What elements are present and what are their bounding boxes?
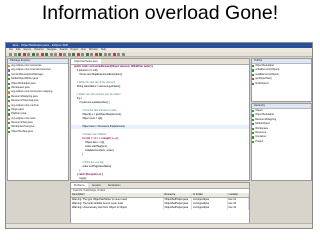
tree-item-icon bbox=[8, 73, 11, 77]
toolbar-button-icon[interactable] bbox=[49, 53, 53, 56]
toolbar-button-icon[interactable] bbox=[85, 53, 89, 56]
tree-item[interactable]: find(Object) bbox=[252, 82, 311, 86]
tree-item-icon bbox=[252, 65, 255, 68]
table-row[interactable]: Warning: Unnecessary cast from Object to… bbox=[71, 206, 249, 211]
status-bar bbox=[6, 223, 312, 228]
table-cell: ObjectSetHelper.java bbox=[164, 206, 193, 211]
column-header[interactable]: Description bbox=[71, 193, 164, 198]
toolbar-button-icon[interactable] bbox=[76, 53, 80, 56]
toolbar-button-icon[interactable] bbox=[54, 53, 57, 56]
tree-item-icon bbox=[8, 109, 11, 112]
hierarchy-tree: Object ObjectSetHelper ResourceMapping M… bbox=[252, 109, 311, 144]
tree-item-icon bbox=[8, 69, 11, 72]
problems-table-body: Warning: The type ObjectSetHelper is nev… bbox=[71, 198, 249, 211]
toolbar-button-icon[interactable] bbox=[72, 53, 75, 56]
tree-item-icon bbox=[252, 69, 255, 72]
tree-item-icon bbox=[252, 136, 255, 139]
toolbar-button-icon[interactable] bbox=[27, 53, 30, 56]
tree-item-label: ObjectSetTest.java bbox=[11, 129, 33, 133]
toolbar-button-icon[interactable] bbox=[63, 53, 66, 56]
toolbar-button-icon[interactable] bbox=[22, 53, 26, 56]
toolbar-button-icon[interactable] bbox=[31, 53, 35, 56]
table-cell: src/org/eclipse bbox=[192, 206, 228, 211]
toolbar-button-icon[interactable] bbox=[36, 53, 39, 56]
tree-item-icon bbox=[8, 122, 11, 125]
toolbar-button-icon[interactable] bbox=[81, 53, 84, 56]
tree-item-icon bbox=[252, 127, 255, 130]
outline-view: Outline ObjectSetHelper writeElement(Obj… bbox=[251, 58, 312, 102]
tree-item-icon bbox=[252, 114, 255, 117]
editor-content[interactable]: public static void writeElement(Object e… bbox=[71, 65, 249, 180]
tree-item[interactable]: ObjectSetTest.java bbox=[8, 130, 68, 134]
toolbar-button-icon[interactable] bbox=[94, 53, 98, 56]
tree-item-icon bbox=[252, 73, 255, 77]
table-cell: Warning: Unnecessary cast from Object to… bbox=[71, 206, 164, 211]
hierarchy-view: Hierarchy Object ObjectSetHelper Resourc… bbox=[251, 103, 312, 181]
tree-item-icon bbox=[8, 91, 11, 94]
tree-item-icon bbox=[252, 123, 255, 126]
package-explorer: Package Explorer org.eclipse.core.resour… bbox=[7, 58, 69, 181]
tree-item-icon bbox=[252, 118, 255, 122]
toolbar-button-icon[interactable] bbox=[13, 53, 17, 56]
toolbar-button-icon[interactable] bbox=[45, 53, 48, 56]
toolbar-button-icon[interactable] bbox=[103, 53, 107, 56]
tree-item-icon bbox=[8, 113, 11, 116]
code-editor: ObjectSetHelper.java public static void … bbox=[70, 58, 250, 181]
toolbar-button-icon[interactable] bbox=[58, 53, 62, 56]
tree-item-icon bbox=[252, 78, 255, 81]
tree-item[interactable]: Project bbox=[252, 140, 311, 144]
tree-item-icon bbox=[252, 110, 255, 113]
tree-item-icon bbox=[8, 65, 11, 68]
column-header[interactable]: Resource bbox=[164, 193, 193, 198]
toolbar-button-icon[interactable] bbox=[9, 53, 12, 56]
tree-item-icon bbox=[8, 104, 11, 107]
tree-item-icon bbox=[252, 82, 255, 85]
tree-item-icon bbox=[8, 82, 11, 85]
outline-tree: ObjectSetHelper writeElement(Object) rea… bbox=[252, 64, 311, 86]
table-cell: line 41 bbox=[228, 206, 249, 211]
toolbar-button-icon[interactable] bbox=[90, 53, 93, 56]
tree-item-icon bbox=[8, 78, 11, 81]
slide-title: Information overload Gone! bbox=[41, 2, 279, 24]
eclipse-window: Java - ObjectSetHelper.java - Eclipse SD… bbox=[5, 42, 313, 229]
column-header[interactable]: Location bbox=[228, 193, 249, 198]
editor-tab[interactable]: ObjectSetHelper.java bbox=[71, 59, 101, 64]
tree-item-icon bbox=[8, 87, 11, 90]
toolbar-button-icon[interactable] bbox=[117, 53, 120, 56]
toolbar-button-icon[interactable] bbox=[112, 53, 116, 56]
toolbar-button-icon[interactable] bbox=[40, 53, 44, 56]
tree-item-label: Project bbox=[255, 139, 264, 143]
toolbar-button-icon[interactable] bbox=[18, 53, 21, 56]
toolbar-button-icon[interactable] bbox=[108, 53, 111, 56]
tree-item-icon bbox=[252, 140, 255, 144]
column-header[interactable]: In Folder bbox=[192, 193, 228, 198]
tree-item-icon bbox=[8, 117, 11, 120]
tree-item-icon bbox=[252, 132, 255, 135]
tab-problems[interactable]: Problems bbox=[71, 183, 88, 188]
toolbar-button-icon[interactable] bbox=[67, 53, 71, 56]
tree-item-icon bbox=[8, 95, 11, 99]
toolbar-button-icon[interactable] bbox=[99, 53, 102, 56]
tree-item-icon bbox=[8, 130, 11, 134]
toolbar-button-icon[interactable] bbox=[121, 53, 125, 56]
tree-item-label: find(Object) bbox=[255, 81, 269, 85]
tree-item-icon bbox=[8, 126, 11, 129]
problems-view: Problems Javadoc Declaration 0 errors, 3 w… bbox=[70, 182, 250, 224]
tree-item-icon bbox=[8, 100, 11, 103]
toolbar bbox=[6, 52, 312, 57]
tab-javadoc[interactable]: Javadoc bbox=[89, 183, 104, 188]
package-explorer-tree: org.eclipse.core.resources org.eclipse.c… bbox=[8, 64, 68, 134]
tab-declaration[interactable]: Declaration bbox=[105, 183, 124, 188]
